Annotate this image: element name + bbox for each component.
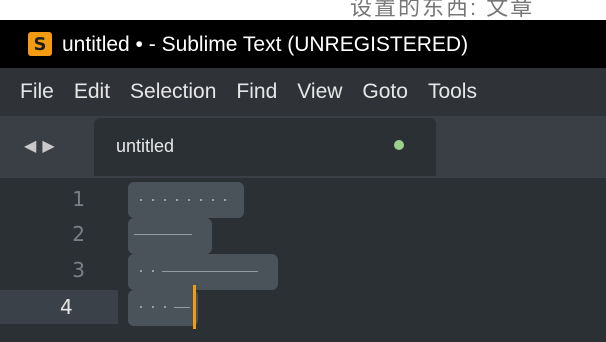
line-number-2: 2	[72, 222, 85, 246]
whitespace-dots-1	[140, 199, 228, 201]
background-overlay-text: 设置的东西: 文章	[350, 0, 535, 20]
title-bar: 设置的东西: 文章 S untitled • - Sublime Text (U…	[0, 0, 606, 68]
tab-untitled[interactable]: untitled	[94, 118, 436, 176]
whitespace-dots-4	[140, 306, 170, 308]
background-overlay-strip: 设置的东西: 文章	[0, 0, 606, 20]
window-title: untitled • - Sublime Text (UNREGISTERED)	[62, 33, 469, 56]
whitespace-block-4	[128, 290, 198, 326]
menu-view[interactable]: View	[287, 80, 352, 104]
sublime-icon: S	[28, 32, 52, 56]
menu-selection[interactable]: Selection	[120, 80, 226, 104]
menu-bar: File Edit Selection Find View Goto Tools	[0, 68, 606, 116]
menu-file[interactable]: File	[0, 80, 64, 104]
tab-navigation: ◀ ▶	[24, 134, 74, 158]
line-number-4-current: 4	[0, 290, 118, 324]
whitespace-block-2	[128, 218, 212, 254]
menu-find[interactable]: Find	[226, 80, 287, 104]
menu-tools[interactable]: Tools	[418, 80, 487, 104]
modified-dot-icon[interactable]	[394, 140, 404, 150]
editor-bottom-strip	[0, 330, 606, 342]
menu-edit[interactable]: Edit	[64, 80, 120, 104]
whitespace-dots-3	[140, 270, 158, 272]
text-cursor	[193, 285, 196, 329]
app-icon-glyph: S	[33, 33, 47, 55]
tab-title: untitled	[116, 136, 175, 156]
whitespace-block-3	[128, 254, 278, 290]
whitespace-line-3	[162, 271, 258, 272]
line-number-1: 1	[72, 187, 85, 211]
line-number-3: 3	[72, 258, 85, 282]
chevron-left-icon[interactable]: ◀	[24, 136, 36, 156]
whitespace-line-4	[174, 307, 190, 308]
whitespace-line-2	[134, 234, 192, 235]
chevron-right-icon[interactable]: ▶	[42, 136, 54, 156]
sublime-window: 设置的东西: 文章 S untitled • - Sublime Text (U…	[0, 0, 606, 342]
menu-goto[interactable]: Goto	[352, 80, 418, 104]
